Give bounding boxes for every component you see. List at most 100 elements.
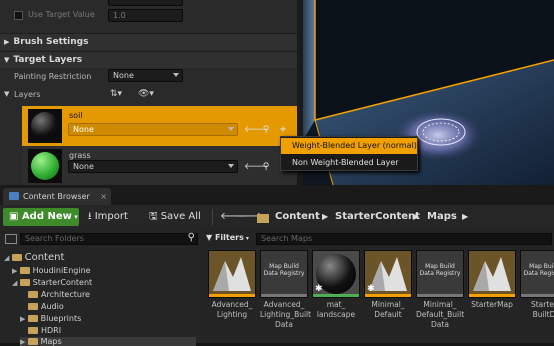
target-value-field[interactable]: 1.0 xyxy=(108,9,183,22)
layer-row-soil[interactable]: soil None 🡐 ⚲ + xyxy=(22,106,297,146)
tree-label: Blueprints xyxy=(40,314,82,323)
asset-type-bar xyxy=(313,294,359,297)
dropdown-arrow-icon xyxy=(228,164,234,168)
brush-settings-header[interactable]: ▶ Brush Settings xyxy=(0,33,303,50)
back-arrow-icon[interactable]: 🡐 xyxy=(244,125,268,135)
chevron-right-icon: ▶ xyxy=(413,212,420,221)
chevron-down-icon: ▼ xyxy=(4,56,10,64)
breadcrumb-startercontent[interactable]: StarterContent xyxy=(335,208,420,226)
breadcrumb-content[interactable]: Content xyxy=(275,208,320,226)
menu-item-non-weight-blended[interactable]: Non Weight-Blended Layer xyxy=(281,155,417,171)
chevron-right-icon: ▶ xyxy=(4,38,10,46)
use-target-value-checkbox[interactable] xyxy=(14,11,23,20)
folder-icon xyxy=(19,267,30,274)
layer-thumbnail xyxy=(28,109,62,143)
folder-icon xyxy=(257,214,269,223)
content-browser-toolbar: ▣ Add New ▾ ⭳ Import 🖫 Save All 🡐 🡒 Cont… xyxy=(0,205,554,229)
add-icon[interactable]: + xyxy=(278,125,288,135)
target-layers-header[interactable]: ▼ Target Layers xyxy=(0,51,303,68)
asset-tile[interactable]: Map Build Data Registry Minimal_ Default… xyxy=(416,250,464,330)
brush-settings-label: Brush Settings xyxy=(13,37,89,47)
painting-restriction-dropdown[interactable]: None xyxy=(108,69,183,82)
asset-name: Minimal_ Default xyxy=(371,300,405,319)
tree-label: StarterContent xyxy=(32,278,93,287)
search-icon[interactable]: ⚲ xyxy=(261,162,271,172)
layer-type-menu: Weight-Blended Layer (normal) Non Weight… xyxy=(280,136,418,171)
asset-tile[interactable]: Map Build Data Registry Starter BuiltD xyxy=(520,250,554,320)
chevron-right-icon: ▶ xyxy=(12,267,20,275)
asset-tile[interactable]: Advanced_ Lighting xyxy=(208,250,256,320)
tree-item-architecture[interactable]: Architecture xyxy=(28,290,90,299)
asset-name: Advanced_ Lighting_Built Data xyxy=(260,300,312,329)
save-all-button[interactable]: 🖫 Save All xyxy=(149,208,201,226)
tree-label: Architecture xyxy=(41,290,90,299)
folder-tree-panel: Search Folders ⚲ ◢ Content ▶ HoudiniEngi… xyxy=(0,229,200,346)
chevron-right-icon: ▶ xyxy=(20,338,28,346)
separator xyxy=(212,209,213,225)
layers-label: Layers xyxy=(14,90,41,99)
asset-tile[interactable]: ✱ Minimal_ Default xyxy=(364,250,412,320)
toggle-sources-icon[interactable] xyxy=(5,234,17,244)
clipped-field[interactable] xyxy=(108,0,183,6)
details-panel: Use Target Value 1.0 ▶ Brush Settings ▼ … xyxy=(0,0,303,186)
layer-row-grass[interactable]: grass None 🡐 ⚲ xyxy=(22,146,297,186)
menu-item-weight-blended[interactable]: Weight-Blended Layer (normal) xyxy=(281,138,417,154)
layer-name: grass xyxy=(69,151,91,160)
tree-label: HDRI xyxy=(41,326,62,335)
layer-info-dropdown[interactable]: None xyxy=(68,123,238,136)
search-maps-input[interactable]: Search Maps xyxy=(256,233,552,245)
add-new-button[interactable]: ▣ Add New ▾ xyxy=(3,208,79,226)
folder-icon xyxy=(27,338,38,345)
folder-icon xyxy=(28,303,38,310)
asset-view-panel: ▼ Filters ▾ Search Maps Advanced_ Lighti… xyxy=(200,229,554,343)
back-arrow-icon[interactable]: 🡐 xyxy=(244,162,268,172)
search-maps-placeholder: Search Maps xyxy=(261,234,313,243)
folder-icon xyxy=(11,254,22,261)
thumbnail-label: Map Build Data Registry xyxy=(263,263,305,277)
asset-tile[interactable]: StarterMap xyxy=(468,250,516,310)
asset-thumbnail: Map Build Data Registry xyxy=(260,250,308,298)
asset-tile[interactable]: ✱ mat_ landscape xyxy=(312,250,360,320)
tab-content-browser[interactable]: Content Browser × xyxy=(3,188,111,205)
use-target-value-row: Use Target Value 1.0 xyxy=(0,7,303,24)
tree-item-content[interactable]: ◢ Content xyxy=(4,252,64,263)
tree-item-maps[interactable]: ▶ Maps xyxy=(20,337,196,346)
tree-item-audio[interactable]: Audio xyxy=(28,302,64,311)
visibility-icon[interactable]: 👁▾ xyxy=(138,89,154,99)
tree-item-houdiniengine[interactable]: ▶ HoudiniEngine xyxy=(12,266,91,275)
asset-name: StarterMap xyxy=(471,300,513,309)
tab-label: Content Browser xyxy=(23,192,90,201)
asset-name: Advanced_ Lighting xyxy=(211,300,253,319)
tree-item-blueprints[interactable]: ▶ Blueprints xyxy=(20,314,81,323)
asset-thumbnail: ✱ xyxy=(364,250,412,298)
import-button[interactable]: ⭳ Import xyxy=(88,208,128,226)
asset-tile[interactable]: Map Build Data Registry Advanced_ Lighti… xyxy=(260,250,312,330)
soil-sphere-icon xyxy=(31,112,59,140)
dropdown-arrow-icon xyxy=(173,73,179,77)
close-icon[interactable]: × xyxy=(100,188,107,205)
star-icon: ✱ xyxy=(367,284,375,294)
import-label: Import xyxy=(94,211,128,222)
clipped-row xyxy=(0,0,303,6)
breadcrumb-maps[interactable]: Maps xyxy=(427,208,457,226)
tree-label: Maps xyxy=(40,337,62,346)
filters-button[interactable]: ▼ Filters ▾ xyxy=(206,233,249,246)
sort-icon[interactable]: ⇅▾ xyxy=(110,89,122,99)
folder-icon xyxy=(28,327,38,334)
search-folders-input[interactable]: Search Folders ⚲ xyxy=(20,233,198,245)
layer-name: soil xyxy=(69,111,83,120)
layer-info-value: None xyxy=(73,162,94,171)
asset-thumbnail xyxy=(208,250,256,298)
search-icon[interactable]: ⚲ xyxy=(261,125,271,135)
add-new-label: Add New xyxy=(21,211,72,222)
layer-info-dropdown[interactable]: None xyxy=(68,160,238,173)
asset-type-bar xyxy=(521,294,554,297)
asset-type-bar xyxy=(261,294,307,297)
asset-thumbnail: ✱ xyxy=(312,250,360,298)
import-icon: ⭳ xyxy=(88,211,95,222)
tree-item-hdri[interactable]: HDRI xyxy=(28,326,61,335)
tree-item-startercontent[interactable]: ◢ StarterContent xyxy=(12,278,92,287)
chevron-down-icon: ◢ xyxy=(4,254,12,262)
map-icon xyxy=(469,251,515,297)
asset-name: Starter BuiltD xyxy=(530,300,554,319)
